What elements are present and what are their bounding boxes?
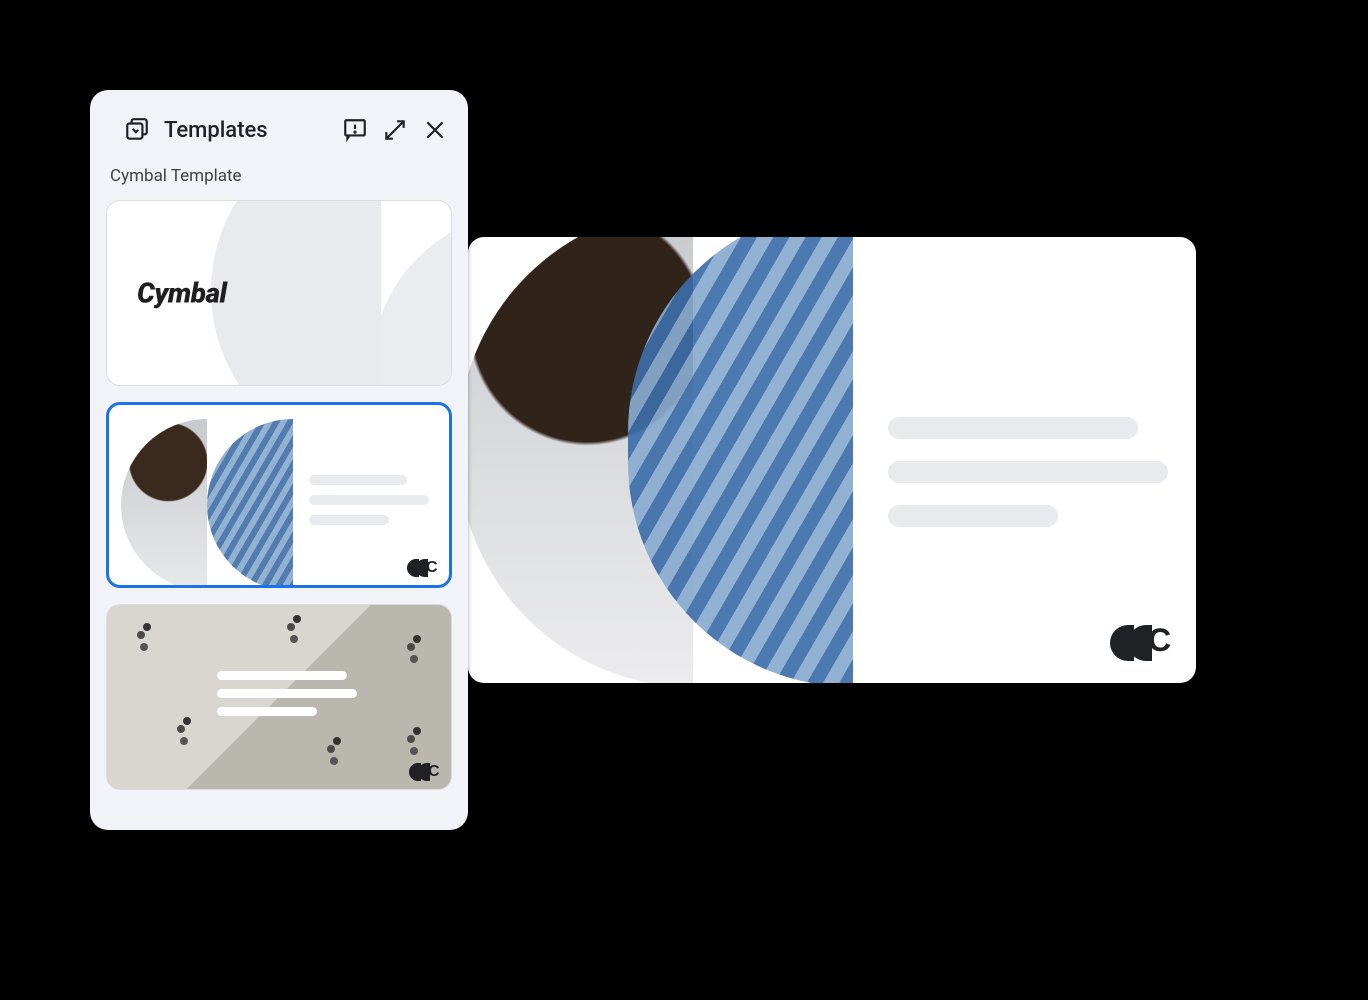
text-placeholder <box>888 417 1168 549</box>
photo-person <box>121 419 207 588</box>
decorative-shape <box>211 200 381 386</box>
close-icon[interactable] <box>422 117 448 143</box>
decorative-shape <box>371 211 452 386</box>
decorative-dot <box>137 631 145 639</box>
decorative-dot <box>287 623 295 631</box>
panel-header: Templates <box>106 106 452 154</box>
expand-icon[interactable] <box>382 117 408 143</box>
cymbal-logo-icon: C <box>409 763 439 781</box>
decorative-dot <box>407 643 415 651</box>
template-card-photo-text[interactable]: C <box>106 402 452 588</box>
feedback-icon[interactable] <box>342 117 368 143</box>
decorative-dot <box>327 745 335 753</box>
cymbal-logo-icon: C <box>407 559 437 577</box>
panel-title: Templates <box>164 118 328 143</box>
slide-preview: C <box>468 237 1196 683</box>
template-card-title[interactable]: Cymbal <box>106 200 452 386</box>
brand-wordmark: Cymbal <box>137 277 226 310</box>
cymbal-logo-icon: C <box>1110 625 1170 661</box>
panel-subtitle: Cymbal Template <box>106 154 452 200</box>
templates-icon <box>124 117 150 143</box>
decorative-dot <box>407 735 415 743</box>
text-placeholder <box>309 475 429 535</box>
photo-building <box>207 419 293 588</box>
decorative-dot <box>177 725 185 733</box>
text-placeholder <box>217 671 357 725</box>
template-card-aerial[interactable]: C <box>106 604 452 790</box>
templates-panel: Templates Cymbal Template Cymbal C C <box>90 90 468 830</box>
